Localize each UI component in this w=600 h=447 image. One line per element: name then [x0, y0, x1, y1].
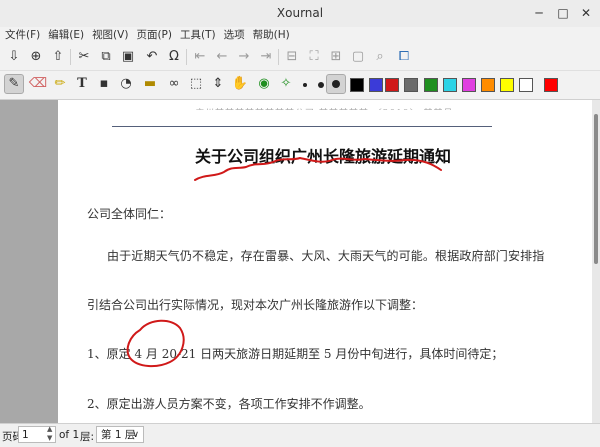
shape-icon[interactable]: ◔ — [116, 74, 136, 94]
layer-select[interactable]: 第 1 层 ∨ — [96, 426, 144, 443]
menu-file[interactable]: 文件(F) — [0, 27, 44, 44]
menu-view[interactable]: 视图(V) — [88, 27, 132, 44]
thick-stroke-icon — [332, 80, 340, 88]
status-bar: 页码 1 ▲ ▼ of 1 层: 第 1 层 ∨ — [0, 423, 600, 447]
fullscreen-icon[interactable]: ⧠ — [394, 47, 414, 67]
minimize-icon[interactable]: ─ — [529, 4, 549, 22]
medium-stroke-icon[interactable] — [318, 82, 324, 88]
copy-icon[interactable]: ⧉ — [96, 47, 116, 67]
document-paragraph-1: 由于近期天气仍不稳定，存在雷暴、大风、大雨天气的可能。根据政府部门安排指 — [107, 249, 545, 263]
document-item-1: 1、原定 4 月 20-21 日两天旅游日期延期至 5 月份中旬进行，具体时间待… — [87, 347, 504, 361]
next-page-icon[interactable]: → — [234, 47, 254, 67]
menu-bar: 文件(F) 编辑(E) 视图(V) 页面(P) 工具(T) 选项 帮助(H) — [0, 27, 600, 44]
document-item-2: 2、原定出游人员方案不变，各项工作安排不作调整。 — [87, 397, 371, 411]
first-page-icon[interactable]: ⇤ — [190, 47, 210, 67]
zoom-page-icon[interactable]: ▢ — [348, 47, 368, 67]
new-file-icon[interactable]: ⇩ — [4, 47, 24, 67]
color-orange-swatch[interactable] — [481, 78, 495, 92]
window-title: Xournal — [276, 6, 324, 20]
page-number-value: 1 — [22, 429, 29, 441]
text-icon[interactable]: T — [72, 74, 92, 94]
menu-help[interactable]: 帮助(H) — [249, 27, 294, 44]
toolbar-separator — [70, 49, 71, 65]
eraser-icon[interactable]: ⌫ — [28, 74, 48, 94]
lasso-icon[interactable]: ∞ — [164, 74, 184, 94]
color-green-swatch[interactable] — [424, 78, 438, 92]
ruler-icon[interactable]: ▬ — [140, 74, 160, 94]
custom-color-swatch[interactable] — [544, 78, 558, 92]
document-title: 关于公司组织广州长隆旅游延期通知 — [195, 147, 452, 166]
image-icon[interactable]: ▪ — [94, 74, 114, 94]
color-blue-swatch[interactable] — [369, 78, 383, 92]
zoom-in-icon[interactable]: ⊞ — [326, 47, 346, 67]
color-red-swatch[interactable] — [385, 78, 399, 92]
default-pen-icon[interactable]: ◉ — [254, 74, 274, 94]
close-icon[interactable]: ✕ — [576, 4, 596, 22]
shape-recognizer-icon[interactable]: ✧ — [276, 74, 296, 94]
main-toolbar: ⇩ ⊕ ⇧ ✂ ⧉ ▣ ↶ Ω ⇤ ← → ⇥ ⊟ ⛶ ⊞ ▢ ⌕ ⧠ — [0, 44, 600, 71]
pen-icon[interactable]: ✎ — [4, 74, 24, 94]
layer-select-value: 第 1 层 — [101, 429, 136, 441]
save-icon[interactable]: ⇧ — [48, 47, 68, 67]
toolbar-separator — [186, 49, 187, 65]
menu-tools[interactable]: 工具(T) — [176, 27, 220, 44]
scrollbar-thumb[interactable] — [594, 114, 598, 264]
color-black-swatch[interactable] — [350, 78, 364, 92]
menu-edit[interactable]: 编辑(E) — [44, 27, 88, 44]
document-greeting: 公司全体同仁： — [87, 207, 172, 221]
color-yellow-swatch[interactable] — [500, 78, 514, 92]
page-spinner-icon[interactable]: ▲ ▼ — [47, 425, 52, 443]
thick-stroke-button[interactable] — [326, 74, 346, 94]
hand-icon[interactable]: ✋ — [230, 74, 250, 94]
vertical-scrollbar[interactable] — [592, 100, 600, 423]
thin-stroke-icon[interactable] — [303, 83, 307, 87]
vertical-space-icon[interactable]: ⇕ — [208, 74, 228, 94]
tools-toolbar: ✎ ⌫ ✏ T ▪ ◔ ▬ ∞ ⬚ ⇕ ✋ ◉ ✧ — [0, 71, 600, 100]
undo-icon[interactable]: ↶ — [142, 47, 162, 67]
highlighter-icon[interactable]: ✏ — [50, 74, 70, 94]
color-magenta-swatch[interactable] — [462, 78, 476, 92]
layer-label: 层: — [80, 431, 95, 443]
document-paragraph-2: 引结合公司出行实际情况，现对本次广州长隆旅游作以下调整： — [87, 298, 424, 312]
color-cyan-swatch[interactable] — [443, 78, 457, 92]
zoom-fit-icon[interactable]: ⛶ — [304, 47, 324, 67]
color-gray-swatch[interactable] — [404, 78, 418, 92]
menu-page[interactable]: 页面(P) — [132, 27, 176, 44]
maximize-icon[interactable]: □ — [553, 4, 573, 22]
last-page-icon[interactable]: ⇥ — [256, 47, 276, 67]
previous-page-icon[interactable]: ← — [212, 47, 232, 67]
open-file-icon[interactable]: ⊕ — [26, 47, 46, 67]
paste-icon[interactable]: ▣ — [118, 47, 138, 67]
cut-icon[interactable]: ✂ — [74, 47, 94, 67]
rect-select-icon[interactable]: ⬚ — [186, 74, 206, 94]
header-rule — [112, 126, 492, 127]
title-bar: Xournal ─ □ ✕ — [0, 0, 600, 28]
redo-icon[interactable]: Ω — [164, 47, 184, 67]
toolbar-separator — [278, 49, 279, 65]
color-white-swatch[interactable] — [519, 78, 533, 92]
document-header-faint: 广州某某某某某某某某公司 某某某某某 〔2019〕 某某号 — [195, 106, 485, 110]
chevron-down-icon: ∨ — [132, 430, 139, 440]
menu-options[interactable]: 选项 — [220, 27, 249, 44]
zoom-out-icon[interactable]: ⊟ — [282, 47, 302, 67]
page-count-label: of 1 — [59, 429, 80, 441]
search-icon[interactable]: ⌕ — [370, 47, 390, 67]
